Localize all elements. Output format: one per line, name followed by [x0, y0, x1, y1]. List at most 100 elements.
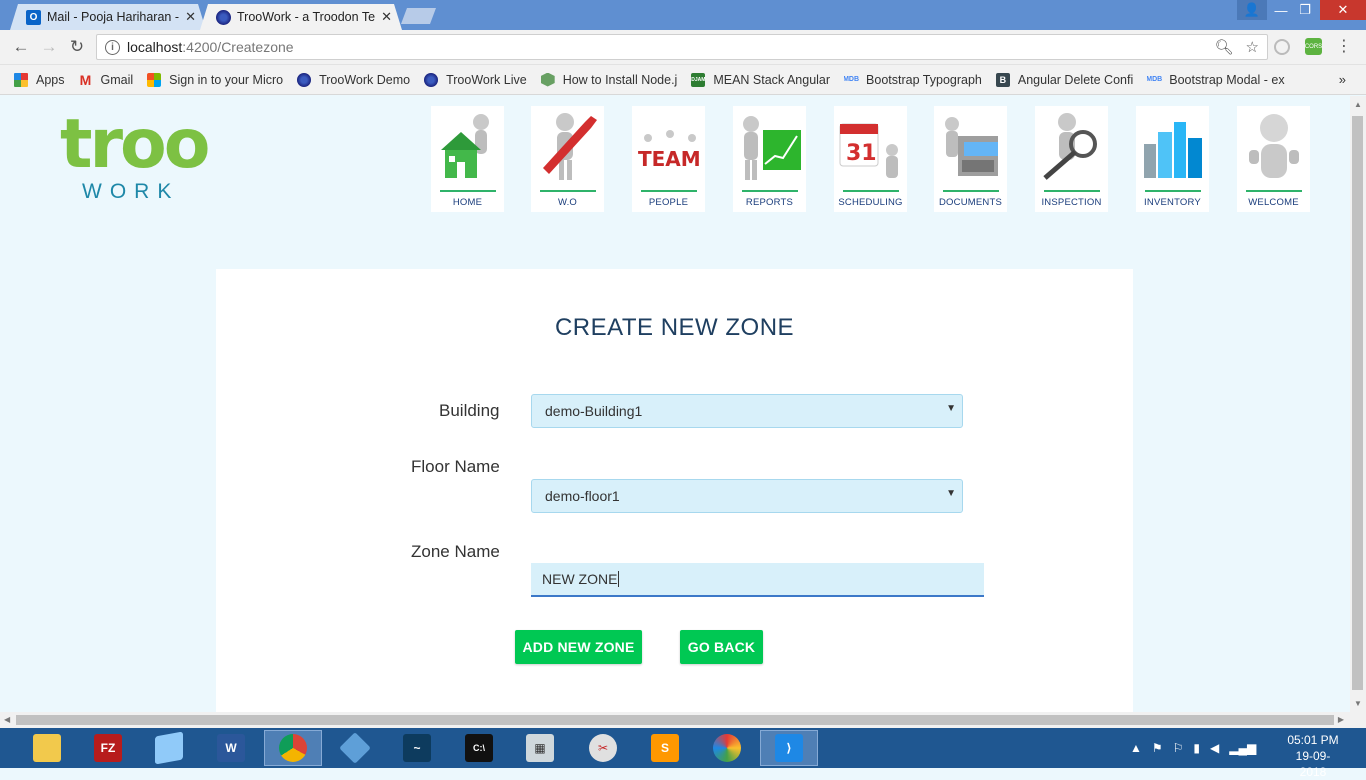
zone-name-input[interactable]: NEW ZONE	[531, 563, 984, 597]
back-arrow-icon[interactable]: ←	[10, 36, 32, 58]
taskbar-paint[interactable]	[698, 730, 756, 766]
battery-icon[interactable]: ▮	[1193, 741, 1200, 755]
bookmark-troowork-live[interactable]: TrooWork Live	[424, 72, 527, 87]
taskbar-virtualbox[interactable]	[326, 730, 384, 766]
bookmark-label: Bootstrap Modal - ex	[1169, 72, 1285, 87]
volume-icon[interactable]: ◀	[1210, 741, 1219, 755]
scroll-thumb[interactable]	[1352, 116, 1363, 690]
nav-label: DOCUMENTS	[938, 197, 1003, 208]
taskbar-notepad[interactable]	[140, 730, 198, 766]
info-icon[interactable]: i	[105, 39, 120, 55]
signal-icon[interactable]: ▂▄▆	[1229, 741, 1256, 755]
address-bar[interactable]: i localhost:4200/Createzone 🔍︎ ☆	[96, 34, 1268, 60]
nav-documents[interactable]: DOCUMENTS	[934, 106, 1007, 212]
menu-dots-icon[interactable]: ⋮	[1336, 36, 1352, 56]
close-window-icon[interactable]: ✕	[1320, 0, 1366, 20]
add-new-zone-button[interactable]: ADD NEW ZONE	[515, 630, 642, 664]
floor-select-value: demo-floor1	[545, 488, 620, 504]
bookmark-label: Bootstrap Typograph	[866, 72, 982, 87]
floor-name-label: Floor Name	[411, 457, 500, 476]
nav-divider	[1043, 190, 1100, 192]
taskbar-cmd[interactable]: C:\	[450, 730, 508, 766]
nav-people[interactable]: TEAM PEOPLE	[632, 106, 705, 212]
more-bookmarks-icon[interactable]: »	[1339, 72, 1346, 87]
star-icon[interactable]: ☆	[1246, 38, 1259, 56]
scroll-left-icon[interactable]: ◀	[4, 715, 10, 724]
scroll-up-icon[interactable]: ▲	[1354, 100, 1362, 109]
zoom-icon[interactable]: 🔍︎	[1215, 38, 1234, 56]
bookmark-label: TrooWork Demo	[319, 72, 411, 87]
bookmark-nodejs[interactable]: How to Install Node.j	[540, 72, 678, 87]
building-select[interactable]: demo-Building1 ▼	[531, 394, 963, 428]
taskbar-word[interactable]: W	[202, 730, 260, 766]
go-back-button[interactable]: GO BACK	[680, 630, 763, 664]
reload-icon[interactable]: ↻	[66, 36, 88, 58]
nav-divider	[942, 190, 999, 192]
bookmark-troowork-demo[interactable]: TrooWork Demo	[297, 72, 411, 87]
nav-divider	[741, 190, 798, 192]
network-flag-icon[interactable]: ⚑	[1152, 741, 1163, 755]
taskbar-calculator[interactable]: ▦	[511, 730, 569, 766]
nav-welcome[interactable]: WELCOME	[1237, 106, 1310, 212]
browser-tab-strip: O Mail - Pooja Hariharan - ( ✕ TrooWork …	[0, 0, 1366, 30]
home-figure-icon	[440, 114, 489, 178]
nav-inspection[interactable]: INSPECTION	[1035, 106, 1108, 212]
apps-grid-icon	[14, 72, 28, 87]
nav-label: SCHEDULING	[838, 197, 903, 208]
bookmarks-bar: Apps M Gmail Sign in to your Micro TrooW…	[0, 65, 1366, 95]
bookmark-bootstrap-typography[interactable]: MDB Bootstrap Typograph	[844, 73, 982, 87]
tab-mail[interactable]: O Mail - Pooja Hariharan - ( ✕	[10, 4, 206, 30]
bookmark-bootstrap-modal[interactable]: MDB Bootstrap Modal - ex	[1147, 73, 1284, 87]
bookmark-label: How to Install Node.j	[562, 72, 678, 87]
taskbar-sublime[interactable]: S	[636, 730, 694, 766]
bookmark-label: MEAN Stack Angular	[713, 72, 831, 87]
microsoft-icon	[147, 72, 162, 87]
wrench-figure-icon	[542, 113, 597, 180]
close-icon[interactable]: ✕	[381, 9, 392, 25]
nav-scheduling[interactable]: 31 SCHEDULING	[834, 106, 907, 212]
filezilla-icon: FZ	[94, 734, 122, 762]
troowork-logo[interactable]: troo WORK	[60, 111, 210, 214]
nav-reports[interactable]: REPORTS	[733, 106, 806, 212]
close-icon[interactable]: ✕	[185, 9, 196, 25]
nodejs-icon	[540, 72, 555, 87]
calendar-figure-icon: 31	[839, 123, 898, 178]
zone-name-value: NEW ZONE	[542, 571, 618, 587]
gmail-icon: M	[79, 72, 92, 87]
user-icon[interactable]: 👤	[1237, 0, 1267, 20]
bookmark-mean-stack[interactable]: DJAM MEAN Stack Angular	[691, 72, 831, 87]
flag-icon[interactable]: ⚐	[1173, 741, 1184, 755]
chart-figure-icon	[742, 116, 801, 180]
restore-icon[interactable]: ❐	[1290, 0, 1320, 20]
nav-inventory[interactable]: INVENTORY	[1136, 106, 1209, 212]
taskbar-vscode[interactable]: ⟩	[760, 730, 818, 766]
floor-select[interactable]: demo-floor1 ▼	[531, 479, 963, 513]
nav-wo[interactable]: W.O	[531, 106, 604, 212]
bookmark-gmail[interactable]: M Gmail	[79, 73, 134, 87]
nav-label: WELCOME	[1248, 197, 1299, 208]
taskbar-explorer[interactable]	[18, 730, 76, 766]
bookmark-apps[interactable]: Apps	[14, 72, 65, 87]
nav-home[interactable]: HOME	[431, 106, 504, 212]
tab-troowork[interactable]: TrooWork - a Troodon Te ✕	[200, 4, 402, 30]
taskbar-snipping-tool[interactable]: ✂	[574, 730, 632, 766]
tray-expand-icon[interactable]: ▲	[1130, 741, 1142, 755]
buildings-figure-icon	[1143, 122, 1202, 178]
vertical-scrollbar[interactable]: ▲ ▼	[1350, 96, 1366, 712]
extension-circle-icon[interactable]	[1274, 39, 1290, 55]
forward-arrow-icon[interactable]: →	[38, 36, 60, 58]
taskbar-mysql-workbench[interactable]: ~	[388, 730, 446, 766]
taskbar-clock[interactable]: 05:01 PM 19-09-2018	[1283, 732, 1343, 780]
taskbar-filezilla[interactable]: FZ	[79, 730, 137, 766]
new-tab-button[interactable]	[401, 8, 436, 24]
bookmark-microsoft[interactable]: Sign in to your Micro	[147, 72, 283, 87]
taskbar-chrome[interactable]	[264, 730, 322, 766]
bookmark-angular-delete[interactable]: B Angular Delete Confi	[995, 72, 1133, 87]
horizontal-scrollbar[interactable]: ◀ ▶	[0, 712, 1366, 728]
tab-label: Mail - Pooja Hariharan - (	[47, 10, 180, 24]
scroll-right-icon[interactable]: ▶	[1338, 715, 1344, 724]
cors-extension-icon[interactable]: CORS	[1305, 38, 1322, 55]
scroll-down-icon[interactable]: ▼	[1354, 699, 1362, 708]
scroll-thumb[interactable]	[16, 715, 1334, 725]
url-host: localhost	[127, 39, 183, 55]
